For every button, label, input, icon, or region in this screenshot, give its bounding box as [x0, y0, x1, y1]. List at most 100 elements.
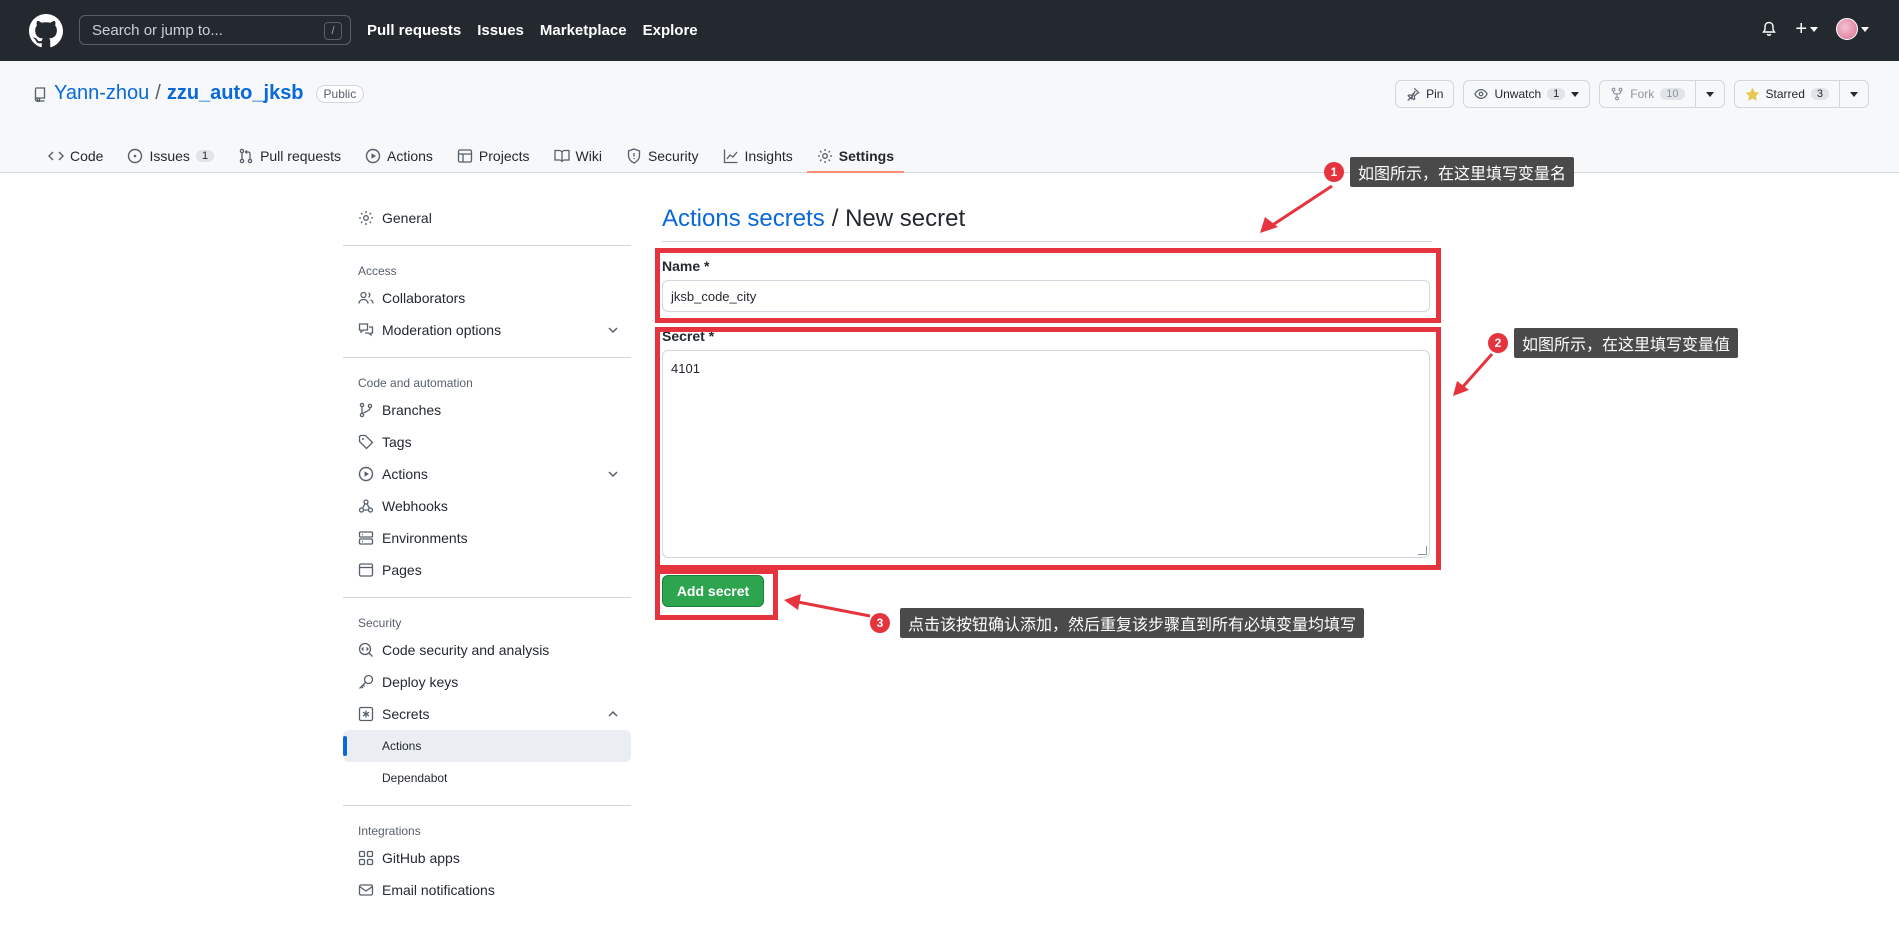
- annotation-number-2: 2: [1488, 333, 1508, 353]
- fork-icon: [1611, 87, 1623, 101]
- sidebar-item-tags[interactable]: Tags: [343, 426, 631, 458]
- tab-actions[interactable]: Actions: [355, 138, 443, 173]
- bell-icon[interactable]: [1761, 21, 1777, 37]
- starred-label: Starred: [1765, 87, 1805, 101]
- comment-discussion-icon: [358, 323, 374, 337]
- sidebar-item-code-security[interactable]: Code security and analysis: [343, 634, 631, 666]
- search-input[interactable]: Search or jump to... /: [79, 15, 351, 45]
- key-icon: [359, 674, 374, 689]
- browser-icon: [358, 563, 374, 577]
- mail-icon: [358, 884, 374, 896]
- tab-label: Settings: [838, 147, 894, 164]
- pin-icon: [1407, 87, 1420, 101]
- repo-separator: /: [155, 82, 161, 104]
- unwatch-button[interactable]: Unwatch 1: [1463, 80, 1591, 108]
- sidebar-heading-integrations: Integrations: [358, 824, 421, 838]
- sidebar-item-label: Webhooks: [382, 498, 448, 514]
- sidebar-item-webhooks[interactable]: Webhooks: [343, 490, 631, 522]
- sidebar-item-label: GitHub apps: [382, 850, 460, 866]
- sidebar-item-actions[interactable]: Actions: [343, 458, 631, 490]
- user-menu[interactable]: [1836, 18, 1869, 40]
- annotation-note-3: 点击该按钮确认添加，然后重复该步骤直到所有必填变量均填写: [900, 608, 1365, 638]
- visibility-badge: Public: [315, 84, 365, 103]
- create-new-menu[interactable]: +: [1795, 19, 1818, 39]
- nav-pull-requests[interactable]: Pull requests: [367, 22, 461, 39]
- search-placeholder: Search or jump to...: [92, 21, 223, 39]
- actions-secrets-link[interactable]: Actions secrets: [662, 205, 825, 233]
- repo-icon: [34, 86, 46, 102]
- chevron-down-icon: [1850, 91, 1858, 97]
- nav-explore[interactable]: Explore: [643, 22, 698, 39]
- codescan-icon: [358, 642, 373, 657]
- sidebar-item-branches[interactable]: Branches: [343, 394, 631, 426]
- tab-label: Projects: [478, 147, 530, 164]
- sidebar-item-general[interactable]: General: [343, 202, 631, 234]
- sidebar-item-label: Email notifications: [382, 882, 495, 898]
- eye-icon: [1474, 89, 1489, 99]
- fork-label: Fork: [1630, 87, 1655, 101]
- unwatch-label: Unwatch: [1494, 87, 1542, 101]
- tab-pull-requests[interactable]: Pull requests: [228, 138, 351, 173]
- tab-label: Pull requests: [260, 147, 341, 164]
- server-icon: [358, 531, 374, 545]
- github-logo-icon[interactable]: [29, 14, 63, 48]
- repo-owner-link[interactable]: Yann-zhou: [54, 82, 149, 105]
- sidebar-item-moderation-options[interactable]: Moderation options: [343, 314, 631, 346]
- tab-insights[interactable]: Insights: [713, 138, 803, 173]
- sidebar-item-label: Deploy keys: [382, 674, 459, 690]
- sidebar-item-deploy-keys[interactable]: Deploy keys: [343, 666, 631, 698]
- tab-wiki[interactable]: Wiki: [544, 138, 612, 173]
- sidebar-subitem-secrets-actions[interactable]: Actions: [343, 730, 631, 762]
- sidebar-subitem-secrets-dependabot[interactable]: Dependabot: [343, 762, 631, 794]
- divider: [343, 245, 631, 246]
- chevron-down-icon[interactable]: [607, 468, 619, 480]
- tab-projects[interactable]: Projects: [447, 138, 540, 173]
- star-list-dropdown[interactable]: [1839, 81, 1868, 107]
- nav-marketplace[interactable]: Marketplace: [540, 22, 627, 39]
- chevron-down-icon: [1861, 26, 1869, 32]
- annotation-number-3: 3: [870, 613, 890, 633]
- avatar: [1836, 18, 1858, 40]
- sidebar-heading-code-automation: Code and automation: [358, 376, 473, 390]
- divider: [343, 597, 631, 598]
- sidebar-item-collaborators[interactable]: Collaborators: [343, 282, 631, 314]
- play-circle-icon: [365, 148, 381, 163]
- fork-dropdown[interactable]: [1694, 81, 1724, 107]
- shield-icon: [627, 147, 641, 164]
- repo-name-link[interactable]: zzu_auto_jksb: [167, 82, 304, 105]
- sidebar-item-email-notifications[interactable]: Email notifications: [343, 874, 631, 906]
- global-header: Search or jump to... / Pull requests Iss…: [0, 0, 1899, 61]
- play-circle-icon: [358, 466, 374, 482]
- sidebar-item-label: Branches: [382, 402, 442, 418]
- sidebar-item-label: Actions: [382, 466, 428, 482]
- tab-security[interactable]: Security: [616, 138, 709, 173]
- annotation-note-2: 如图所示，在这里填写变量值: [1514, 328, 1739, 358]
- chevron-up-icon[interactable]: [607, 708, 619, 720]
- sidebar-item-github-apps[interactable]: GitHub apps: [343, 842, 631, 874]
- issues-count: 1: [195, 149, 215, 162]
- sidebar-item-pages[interactable]: Pages: [343, 554, 631, 586]
- repo-tabs: Code Issues 1 Pull requests Actions Proj…: [38, 138, 908, 173]
- tab-label: Insights: [744, 147, 793, 164]
- watch-count: 1: [1547, 88, 1566, 100]
- tab-label: Security: [647, 147, 699, 164]
- repo-header: Yann-zhou / zzu_auto_jksb Public Pin Unw…: [0, 61, 1899, 173]
- sidebar-item-environments[interactable]: Environments: [343, 522, 631, 554]
- pin-button[interactable]: Pin: [1395, 80, 1455, 108]
- chevron-down-icon[interactable]: [607, 324, 619, 336]
- highlight-box-secret: [655, 327, 1441, 570]
- code-icon: [48, 150, 64, 161]
- tab-settings[interactable]: Settings: [806, 138, 905, 173]
- graph-icon: [723, 149, 738, 163]
- starred-button[interactable]: Starred 3: [1733, 80, 1869, 108]
- pin-label: Pin: [1426, 87, 1444, 101]
- sidebar-item-secrets[interactable]: Secrets: [343, 698, 631, 730]
- chevron-down-icon: [1571, 91, 1580, 97]
- fork-button[interactable]: Fork 10: [1599, 80, 1725, 108]
- sidebar-item-label: Actions: [382, 739, 422, 753]
- tag-icon: [358, 434, 374, 450]
- tab-issues[interactable]: Issues 1: [117, 138, 224, 173]
- nav-issues[interactable]: Issues: [477, 22, 524, 39]
- tab-code[interactable]: Code: [38, 138, 113, 173]
- table-icon: [457, 148, 473, 163]
